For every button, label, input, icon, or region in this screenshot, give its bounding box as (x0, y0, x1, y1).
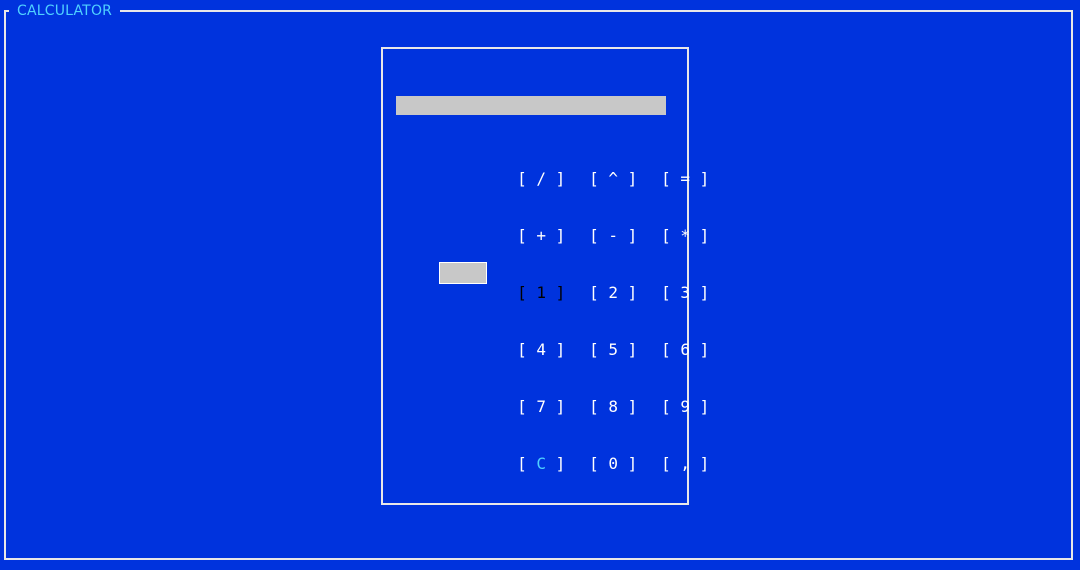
key-6[interactable]: [ 6 ] (584, 320, 709, 359)
key-3[interactable]: [ 3 ] (584, 263, 709, 302)
key-minus[interactable]: [ - ] (512, 206, 637, 245)
key-9[interactable]: [ 9 ] (584, 377, 709, 416)
key-1[interactable]: [ 1 ] (439, 262, 565, 302)
key-7[interactable]: [ 7 ] (440, 377, 565, 416)
key-power[interactable]: [ ^ ] (512, 149, 637, 188)
key-8[interactable]: [ 8 ] (512, 377, 637, 416)
key-plus[interactable]: [ + ] (440, 206, 565, 245)
key-divide[interactable]: [ / ] (440, 149, 565, 188)
calculator-display[interactable] (396, 96, 666, 115)
calculator-panel: [ / ] [ ^ ] [ = ] [ + ] [ - ] [ * ] [ 1 … (381, 47, 709, 505)
key-decimal-comma[interactable]: [ , ] (584, 434, 709, 473)
key-4[interactable]: [ 4 ] (440, 320, 565, 359)
calculator-screen: CALCULATOR [ / ] [ ^ ] [ = ] [ + ] [ - ]… (0, 0, 1080, 570)
key-2[interactable]: [ 2 ] (512, 263, 637, 302)
key-multiply[interactable]: [ * ] (584, 206, 709, 245)
key-clear[interactable]: [ C ] (440, 434, 565, 473)
window-title: CALCULATOR (9, 2, 121, 20)
key-5[interactable]: [ 5 ] (512, 320, 637, 359)
key-0[interactable]: [ 0 ] (512, 434, 637, 473)
key-equals[interactable]: [ = ] (584, 149, 709, 188)
